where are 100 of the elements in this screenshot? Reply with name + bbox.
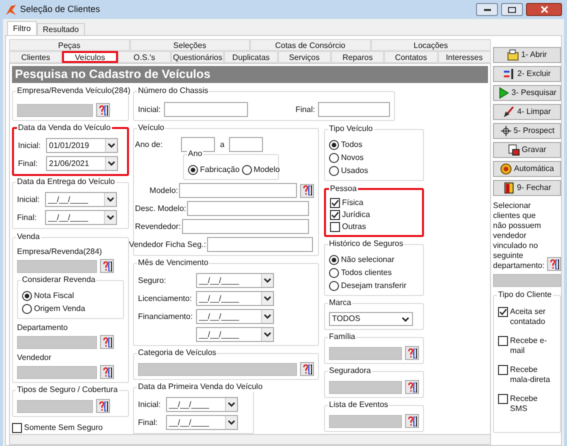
tab[interactable]: Veículos xyxy=(62,51,118,63)
checkbox[interactable] xyxy=(498,365,508,375)
text-field[interactable] xyxy=(181,137,215,152)
checkbox[interactable] xyxy=(498,307,508,317)
lookup-field[interactable] xyxy=(329,414,402,428)
toolbar-button[interactable]: Gravar xyxy=(493,142,561,158)
text-field[interactable] xyxy=(182,219,310,234)
checkbox[interactable] xyxy=(498,336,508,346)
radio-button[interactable] xyxy=(22,304,32,314)
text-field[interactable] xyxy=(164,102,248,117)
radio-button[interactable] xyxy=(329,280,339,290)
tab[interactable]: Questionários xyxy=(170,51,224,63)
lookup-field[interactable] xyxy=(138,362,297,376)
tab[interactable]: Contatos xyxy=(384,51,438,63)
date-field[interactable]: __/__/____ xyxy=(196,291,274,306)
lookup-field[interactable] xyxy=(329,346,402,360)
toolbar-button[interactable]: 3- Pesquisar xyxy=(493,85,561,101)
dropdown-button[interactable] xyxy=(105,139,117,152)
dropdown-button[interactable] xyxy=(225,398,237,411)
checkbox[interactable] xyxy=(330,198,340,208)
lookup-field[interactable] xyxy=(17,400,93,412)
date-field[interactable]: 01/01/2019 xyxy=(46,138,118,153)
date-field[interactable]: __/__/____ xyxy=(196,327,274,342)
radio-button[interactable] xyxy=(329,152,339,162)
text-field[interactable] xyxy=(207,237,313,252)
date-field[interactable]: __/__/____ xyxy=(196,273,274,288)
dropdown-button[interactable] xyxy=(261,292,273,305)
lookup-button[interactable] xyxy=(100,365,114,379)
checkbox[interactable] xyxy=(330,210,340,220)
date-field[interactable]: __/__/____ xyxy=(196,309,274,324)
lookup-button[interactable] xyxy=(300,362,314,376)
lookup-button[interactable] xyxy=(405,380,419,394)
tab[interactable]: Duplicatas xyxy=(224,51,278,63)
tab[interactable]: Filtro xyxy=(7,21,37,35)
dropdown-button[interactable] xyxy=(261,310,273,323)
dropdown-button[interactable] xyxy=(261,328,273,341)
dropdown-button[interactable] xyxy=(105,157,117,170)
lookup-button[interactable] xyxy=(96,399,110,413)
text-field[interactable] xyxy=(318,102,390,117)
toolbar-button[interactable]: 5- Prospect xyxy=(493,123,561,139)
text-field[interactable] xyxy=(229,137,264,152)
dropdown-button[interactable] xyxy=(104,193,116,206)
tab[interactable]: Cotas de Consórcio xyxy=(250,39,370,51)
text-field[interactable] xyxy=(187,201,310,216)
tab[interactable]: O.S.'s xyxy=(118,51,171,63)
radio-button[interactable] xyxy=(329,166,339,176)
radio-button[interactable] xyxy=(329,268,339,278)
toolbar-button[interactable]: 4- Limpar xyxy=(493,104,561,120)
lookup-button[interactable] xyxy=(100,259,114,273)
lookup-field[interactable] xyxy=(329,380,402,394)
field-label: Inicial: xyxy=(138,398,162,410)
date-field[interactable]: __/__/____ xyxy=(45,210,117,225)
date-field[interactable]: __/__/____ xyxy=(45,192,117,207)
tab[interactable]: Resultado xyxy=(36,23,85,35)
lookup-button[interactable] xyxy=(96,103,110,117)
date-field[interactable]: __/__/____ xyxy=(166,415,238,430)
lookup-field[interactable] xyxy=(17,366,97,378)
lookup-field[interactable] xyxy=(17,336,97,348)
lookup-field[interactable] xyxy=(17,260,97,272)
checkbox[interactable] xyxy=(498,394,508,404)
radio-button[interactable] xyxy=(188,164,198,174)
tab[interactable]: Reparos xyxy=(330,51,384,63)
close-button[interactable] xyxy=(526,3,562,16)
lookup-button[interactable] xyxy=(547,257,561,271)
radio-button[interactable] xyxy=(22,290,32,300)
group-title: Tipos de Seguro / Cobertura xyxy=(16,385,119,395)
lookup-button[interactable] xyxy=(405,346,419,360)
toolbar-button[interactable]: Automática xyxy=(493,161,561,177)
checkbox[interactable] xyxy=(330,222,340,232)
dropdown-button[interactable] xyxy=(225,416,237,429)
lookup-field[interactable] xyxy=(17,104,93,116)
date-field[interactable]: __/__/____ xyxy=(166,397,238,412)
maximize-button[interactable] xyxy=(501,3,523,16)
date-field[interactable]: 21/06/2021 xyxy=(46,156,118,171)
lookup-button[interactable] xyxy=(300,184,314,198)
dropdown-button[interactable] xyxy=(261,274,273,287)
tab[interactable]: Locações xyxy=(370,39,491,51)
minimize-button[interactable] xyxy=(476,3,498,16)
lookup-button[interactable] xyxy=(100,335,114,349)
tab[interactable]: Seleções xyxy=(130,39,250,51)
lookup-field[interactable] xyxy=(493,274,561,287)
tab[interactable]: Serviços xyxy=(278,51,331,63)
option-label: Recebe e-mail xyxy=(510,336,548,356)
checkbox[interactable] xyxy=(12,423,22,433)
group-title: Considerar Revenda xyxy=(21,275,96,285)
toolbar-button[interactable]: 9- Fechar xyxy=(493,180,561,196)
toolbar-button[interactable]: 2- Excluir xyxy=(493,66,561,82)
dropdown-button[interactable] xyxy=(104,211,116,224)
radio-button[interactable] xyxy=(242,164,252,174)
toolbar-button[interactable]: 1- Abrir xyxy=(493,47,561,63)
option-label: Física xyxy=(342,198,364,208)
tab[interactable]: Interesses xyxy=(438,51,491,63)
group-title: Ano xyxy=(187,149,204,159)
tab[interactable]: Peças xyxy=(9,39,130,51)
lookup-button[interactable] xyxy=(405,414,419,428)
dropdown-field[interactable]: TODOS xyxy=(329,312,413,326)
radio-button[interactable] xyxy=(329,140,339,150)
tab[interactable]: Clientes xyxy=(9,51,62,63)
radio-button[interactable] xyxy=(329,254,339,264)
text-field[interactable] xyxy=(179,183,297,198)
